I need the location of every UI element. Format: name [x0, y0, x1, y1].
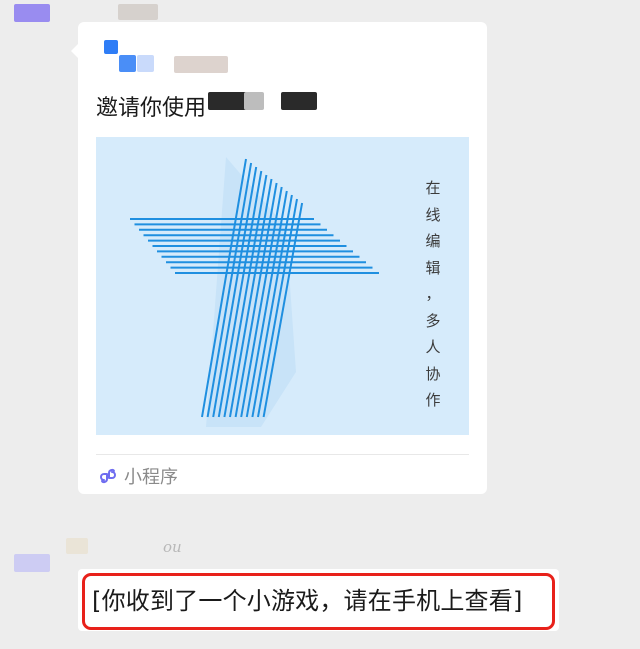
cover-caption-char: 辑 [425, 258, 441, 277]
cover-caption-char: ， [425, 285, 441, 303]
cover-caption-char: 线 [425, 205, 441, 224]
sender-name-blurred [118, 4, 158, 20]
sender-avatar-blurred[interactable] [14, 554, 50, 572]
text-message-bubble[interactable]: [你收到了一个小游戏，请在手机上查看] [78, 569, 559, 631]
cover-caption: 在线编辑 ， 多人协作 [423, 175, 443, 414]
cover-caption-char: 编 [425, 232, 441, 250]
title-redacted-block [281, 92, 317, 110]
message-text: [你收到了一个小游戏，请在手机上查看] [92, 587, 523, 615]
card-title-text: 邀请你使用 [96, 96, 207, 121]
sender-name-fragment: ou [163, 538, 182, 556]
cover-caption-char: 人 [425, 338, 441, 356]
app-name-blurred [174, 56, 228, 73]
mini-program-link-icon [100, 468, 116, 484]
mini-program-footer: 小程序 [98, 462, 178, 490]
app-logo-part [119, 55, 136, 72]
app-logo-part [137, 55, 154, 72]
cover-caption-char: 在 [425, 179, 441, 197]
card-divider [96, 454, 469, 455]
sender-avatar-blurred[interactable] [14, 4, 50, 22]
cover-caption-char: 多 [425, 311, 441, 330]
cover-caption-char: 协 [425, 364, 441, 383]
sender-name-blurred [66, 538, 88, 554]
mini-program-card[interactable]: 邀请你使用 在线编辑 ， 多人协作 小程序 [71, 22, 487, 494]
title-redacted-block [244, 92, 264, 110]
card-cover-image: 在线编辑 ， 多人协作 [96, 137, 469, 435]
cover-stripes-graphic [130, 157, 379, 427]
app-logo [104, 40, 118, 54]
card-title: 邀请你使用 [96, 90, 206, 122]
cover-caption-char: 作 [425, 391, 441, 409]
mini-program-label: 小程序 [124, 467, 178, 488]
title-redacted-block [208, 92, 248, 110]
